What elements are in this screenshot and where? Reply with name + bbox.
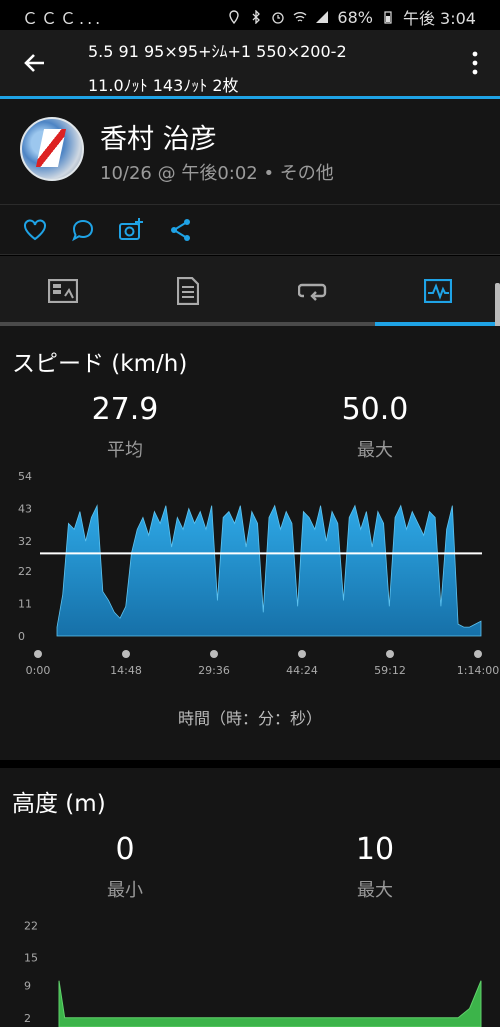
bluetooth-icon bbox=[252, 10, 261, 24]
speed-y-tick: 0 bbox=[18, 630, 25, 643]
tab-details[interactable] bbox=[125, 256, 250, 326]
speed-x-tick: 14:48 bbox=[110, 664, 142, 677]
activity-meta: 10/26 @ 午後0:02 • その他 bbox=[100, 163, 334, 184]
laps-icon bbox=[297, 283, 326, 301]
speed-x-tick-dot bbox=[34, 650, 42, 658]
details-icon bbox=[176, 277, 199, 305]
battery-percent: 68% bbox=[337, 7, 373, 27]
speed-x-tick-dot bbox=[298, 650, 306, 658]
altitude-y-tick: 2 bbox=[24, 1012, 31, 1025]
signal-icon bbox=[316, 11, 329, 23]
add-photo-icon[interactable] bbox=[118, 217, 144, 243]
speed-x-tick: 44:24 bbox=[286, 664, 318, 677]
speed-x-tick-dot bbox=[122, 650, 130, 658]
action-bar bbox=[0, 205, 500, 255]
wifi-icon bbox=[293, 12, 307, 22]
speed-x-tick-dot bbox=[386, 650, 394, 658]
altitude-min-value: 0 bbox=[115, 832, 135, 867]
clock: 午後 3:04 bbox=[402, 9, 476, 28]
status-bar: ＣＣＣ... 68% 午後 3:04 bbox=[0, 0, 500, 30]
comment-icon[interactable] bbox=[70, 217, 96, 243]
speed-avg-value: 27.9 bbox=[91, 392, 159, 427]
speed-x-tick: 0:00 bbox=[26, 664, 51, 677]
speed-y-tick: 43 bbox=[18, 503, 32, 516]
status-icons: 68% 午後 3:04 bbox=[227, 5, 476, 29]
speed-max-label: 最大 bbox=[357, 440, 393, 461]
tab-charts[interactable] bbox=[375, 256, 500, 326]
notification-icons: ＣＣＣ... bbox=[22, 9, 104, 28]
altitude-min-label: 最小 bbox=[107, 880, 143, 901]
altitude-chart: 2 9 15 22 bbox=[24, 919, 482, 1027]
speed-y-tick: 11 bbox=[18, 597, 32, 610]
speed-x-tick-dot bbox=[210, 650, 218, 658]
altitude-max-value: 10 bbox=[355, 832, 395, 867]
share-icon[interactable] bbox=[168, 217, 194, 243]
speed-x-tick: 29:36 bbox=[198, 664, 230, 677]
overview-icon bbox=[47, 279, 78, 303]
speed-x-tick: 1:14:00 bbox=[457, 664, 499, 677]
like-icon[interactable] bbox=[22, 217, 48, 243]
battery-icon bbox=[384, 11, 392, 24]
activity-title-line2: 11.0ﾉｯﾄ 143ﾉｯﾄ 2枚 bbox=[88, 76, 239, 95]
activity-title-line1: 5.5 91 95×95+ｼﾑ+1 550×200-2 bbox=[88, 42, 347, 61]
speed-y-tick: 54 bbox=[18, 470, 32, 483]
app-bar: 5.5 91 95×95+ｼﾑ+1 550×200-2 11.0ﾉｯﾄ 143ﾉ… bbox=[0, 30, 500, 96]
speed-y-tick: 32 bbox=[18, 535, 32, 548]
speed-x-axis-label: 時間（時：分：秒） bbox=[177, 709, 322, 728]
speed-y-tick: 22 bbox=[18, 565, 32, 578]
speed-max-value: 50.0 bbox=[341, 392, 409, 427]
scrollbar[interactable] bbox=[495, 283, 500, 329]
tab-overview[interactable] bbox=[0, 256, 125, 326]
speed-avg-label: 平均 bbox=[107, 440, 143, 461]
activity-header: 香村 治彦 10/26 @ 午後0:02 • その他 bbox=[0, 99, 500, 205]
tab-bar bbox=[0, 256, 500, 326]
speed-area bbox=[56, 504, 482, 637]
speed-x-tick-dot bbox=[474, 650, 482, 658]
altitude-card: 高度 (m) 0 最小 10 最大 2 9 15 22 bbox=[0, 768, 500, 1027]
altitude-area bbox=[58, 980, 482, 1027]
alarm-icon bbox=[272, 12, 285, 24]
altitude-y-tick: 22 bbox=[24, 919, 38, 932]
altitude-y-tick: 15 bbox=[24, 952, 38, 965]
speed-card: スピード (km/h) 27.9 平均 50.0 最大 0 11 22 32 43 54 0… bbox=[0, 326, 500, 760]
charts-icon bbox=[423, 279, 452, 303]
back-arrow-icon[interactable] bbox=[18, 46, 52, 80]
speed-chart: 0 11 22 32 43 54 0:00 14:48 29:36 44:24 59:12 1:14:… bbox=[18, 470, 499, 677]
tab-laps[interactable] bbox=[250, 256, 375, 326]
altitude-title: 高度 (m) bbox=[12, 791, 106, 817]
avatar[interactable] bbox=[20, 117, 84, 181]
speed-title: スピード (km/h) bbox=[12, 351, 188, 377]
altitude-y-tick: 9 bbox=[24, 979, 31, 992]
speed-x-tick: 59:12 bbox=[374, 664, 406, 677]
overflow-menu-icon[interactable] bbox=[470, 50, 480, 76]
user-name: 香村 治彦 bbox=[100, 124, 217, 155]
location-icon bbox=[229, 10, 240, 24]
altitude-max-label: 最大 bbox=[357, 880, 393, 901]
